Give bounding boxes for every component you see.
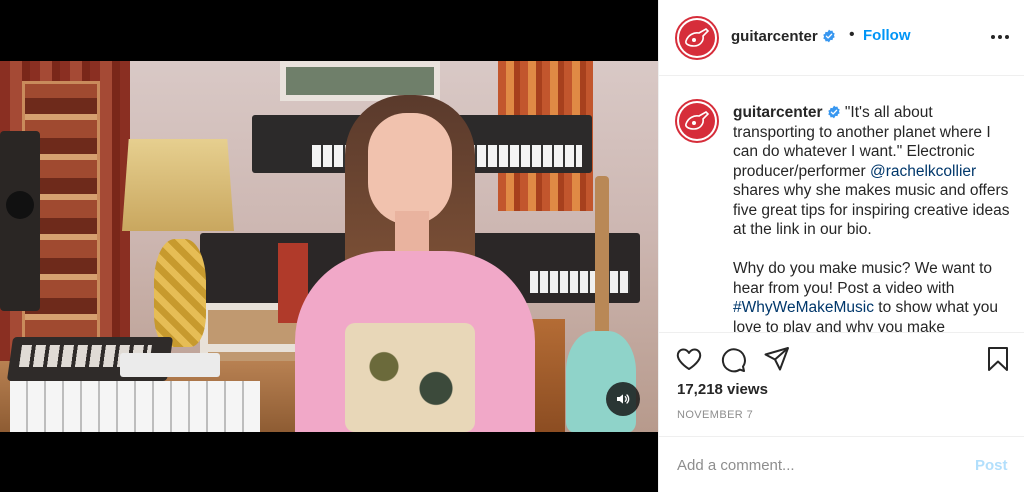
caption-text: shares why she makes music and offers fi… [733, 182, 1010, 238]
verified-badge-icon [822, 29, 835, 43]
caption-text: Why do you make music? We want to hear f… [733, 260, 993, 297]
computer-keyboard [120, 353, 220, 377]
post-caption: guitarcenter "It's all about transportin… [733, 103, 1017, 332]
post-actions: 17,218 views NOVEMBER 7 [659, 332, 1024, 436]
verified-badge-icon [827, 105, 840, 119]
hashtag-link[interactable]: #WhyWeMakeMusic [733, 299, 874, 316]
video-player[interactable] [0, 0, 658, 492]
post-sidebar: guitarcenter • Follow guitarcenter "It's… [658, 0, 1024, 492]
volume-button[interactable] [606, 382, 640, 416]
guitar-neck [595, 176, 609, 346]
avatar[interactable] [675, 16, 719, 60]
caption-username[interactable]: guitarcenter [733, 104, 823, 121]
caption-paragraph: guitarcenter "It's all about transportin… [733, 103, 1017, 240]
studio-monitor-speaker [0, 131, 40, 311]
shirt-graphic-print [345, 323, 475, 432]
header-username-row: guitarcenter [731, 28, 836, 46]
guitar-center-logo [679, 103, 715, 139]
comment-bar: Post [659, 436, 1024, 492]
view-count[interactable]: 17,218 views [677, 381, 768, 398]
more-horizontal-icon[interactable] [989, 28, 1011, 46]
follow-button[interactable]: Follow [863, 27, 911, 44]
caption-paragraph: Why do you make music? We want to hear f… [733, 259, 1017, 332]
guitar-logo-icon [685, 28, 710, 47]
video-frame[interactable] [0, 61, 658, 432]
comment-input[interactable] [677, 452, 957, 478]
pad-controller [10, 381, 260, 432]
bookmark-icon[interactable] [984, 345, 1012, 373]
guitar-logo-icon [685, 111, 710, 130]
comment-icon[interactable] [719, 345, 747, 373]
person-face [368, 113, 452, 225]
guitar-center-logo [679, 20, 715, 56]
post-header: guitarcenter • Follow [659, 0, 1024, 76]
share-icon[interactable] [763, 345, 791, 373]
mention-link[interactable]: @rachelkcollier [870, 163, 976, 180]
header-separator: • [849, 26, 855, 43]
avatar[interactable] [675, 99, 719, 143]
post-date[interactable]: NOVEMBER 7 [677, 409, 753, 421]
heart-icon[interactable] [675, 345, 703, 373]
pineapple-lamp-base [154, 239, 206, 347]
header-username[interactable]: guitarcenter [731, 28, 818, 45]
speaker-volume-icon [617, 394, 630, 404]
caption-scroll-area[interactable]: guitarcenter "It's all about transportin… [659, 77, 1024, 332]
post-button[interactable]: Post [975, 457, 1008, 474]
lamp-shade [122, 139, 234, 231]
